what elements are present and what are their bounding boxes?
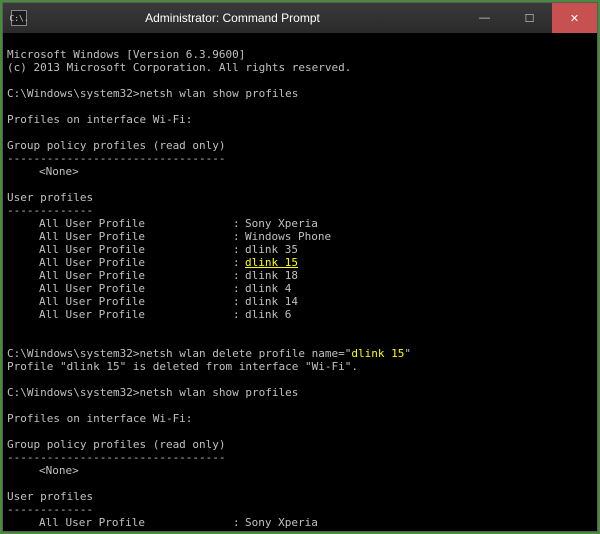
copyright-line: (c) 2013 Microsoft Corporation. All righ… xyxy=(7,61,351,74)
profile-row: All User Profile:dlink 14 xyxy=(7,295,593,308)
profile-name: Windows Phone xyxy=(245,230,331,243)
prompt: C:\Windows\system32> xyxy=(7,347,139,360)
close-button[interactable]: ✕ xyxy=(552,3,597,33)
command-show-2: netsh wlan show profiles xyxy=(139,386,298,399)
profile-label: All User Profile xyxy=(39,282,145,295)
prompt: C:\Windows\system32> xyxy=(7,87,139,100)
profile-name: dlink 4 xyxy=(245,282,291,295)
section-profiles-on: Profiles on interface Wi-Fi: xyxy=(7,412,192,425)
maximize-button[interactable]: ☐ xyxy=(507,3,552,33)
command-delete-post: " xyxy=(404,347,411,360)
profile-label: All User Profile xyxy=(39,243,145,256)
user-profiles-header: User profiles xyxy=(7,490,93,503)
profile-row: All User Profile:dlink 35 xyxy=(7,243,593,256)
section-profiles-on: Profiles on interface Wi-Fi: xyxy=(7,113,192,126)
command-show-1: netsh wlan show profiles xyxy=(139,87,298,100)
group-policy-divider: --------------------------------- xyxy=(7,451,226,464)
profile-name: dlink 35 xyxy=(245,243,298,256)
prompt: C:\Windows\system32> xyxy=(7,386,139,399)
profile-name: Windows Phone xyxy=(245,529,331,531)
profile-name: dlink 18 xyxy=(245,269,298,282)
profile-row: All User Profile:dlink 18 xyxy=(7,269,593,282)
profile-name: dlink 14 xyxy=(245,295,298,308)
group-policy-header: Group policy profiles (read only) xyxy=(7,139,226,152)
header-line: Microsoft Windows [Version 6.3.9600] xyxy=(7,48,245,61)
group-none: <None> xyxy=(7,464,79,477)
command-delete-name: dlink 15 xyxy=(351,347,404,360)
titlebar[interactable]: C:\. Administrator: Command Prompt — ☐ ✕ xyxy=(3,3,597,33)
profile-label: All User Profile xyxy=(39,269,145,282)
profile-row: All User Profile:dlink 15 xyxy=(7,256,593,269)
profile-label: All User Profile xyxy=(39,529,145,531)
group-policy-header: Group policy profiles (read only) xyxy=(7,438,226,451)
profile-label: All User Profile xyxy=(39,516,145,529)
profile-label: All User Profile xyxy=(39,295,145,308)
command-delete-pre: netsh wlan delete profile name=" xyxy=(139,347,351,360)
profile-row: All User Profile:Windows Phone xyxy=(7,529,593,531)
profile-row: All User Profile:Sony Xperia xyxy=(7,217,593,230)
terminal-output[interactable]: Microsoft Windows [Version 6.3.9600] (c)… xyxy=(3,33,597,531)
profile-row: All User Profile:dlink 6 xyxy=(7,308,593,321)
profile-row: All User Profile:Windows Phone xyxy=(7,230,593,243)
user-profiles-divider: ------------- xyxy=(7,503,93,516)
profile-row: All User Profile:dlink 4 xyxy=(7,282,593,295)
command-prompt-window: C:\. Administrator: Command Prompt — ☐ ✕… xyxy=(2,2,598,532)
group-policy-divider: --------------------------------- xyxy=(7,152,226,165)
profile-label: All User Profile xyxy=(39,217,145,230)
profile-label: All User Profile xyxy=(39,230,145,243)
user-profiles-header: User profiles xyxy=(7,191,93,204)
profile-name: Sony Xperia xyxy=(245,516,318,529)
profile-row: All User Profile:Sony Xperia xyxy=(7,516,593,529)
profile-name: dlink 15 xyxy=(245,256,298,269)
profile-name: dlink 6 xyxy=(245,308,291,321)
profile-label: All User Profile xyxy=(39,256,145,269)
profile-name: Sony Xperia xyxy=(245,217,318,230)
profile-label: All User Profile xyxy=(39,308,145,321)
group-none: <None> xyxy=(7,165,79,178)
delete-result: Profile "dlink 15" is deleted from inter… xyxy=(7,360,358,373)
user-profiles-divider: ------------- xyxy=(7,204,93,217)
window-title: Administrator: Command Prompt xyxy=(3,11,462,25)
minimize-button[interactable]: — xyxy=(462,3,507,33)
window-controls: — ☐ ✕ xyxy=(462,3,597,33)
